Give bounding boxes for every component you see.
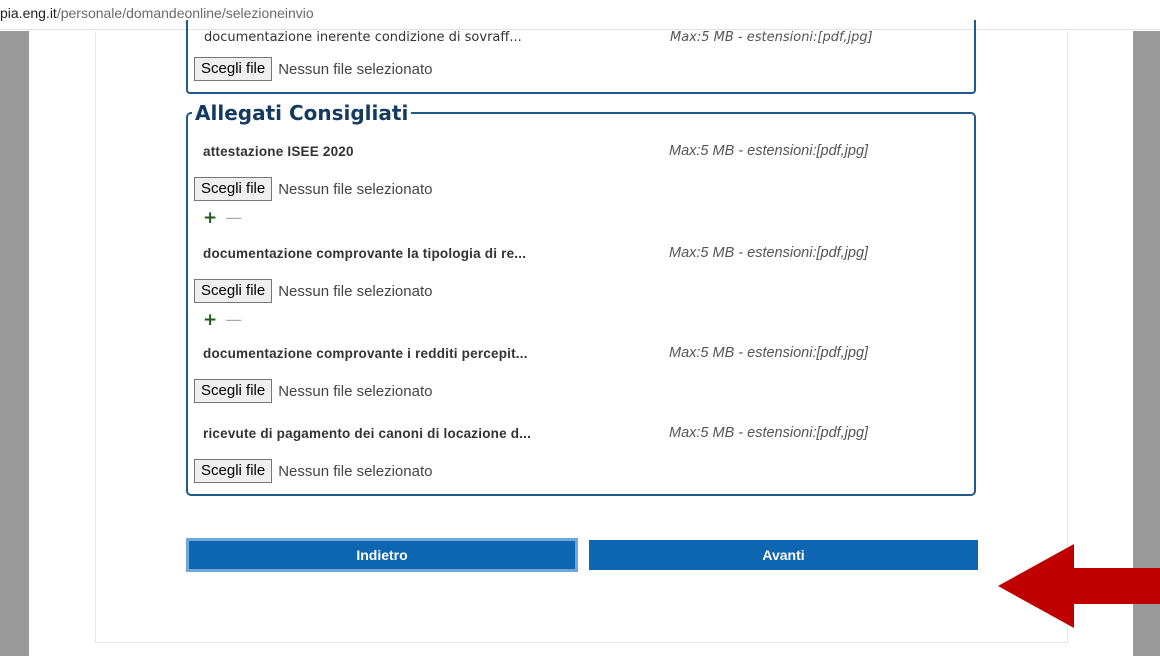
no-file-text: Nessun file selezionato xyxy=(278,180,433,198)
truncated-file-max: Max:5 MB - estensioni:[pdf,jpg] xyxy=(670,30,873,45)
file-input-tipologia[interactable]: Scegli file Nessun file selezionato xyxy=(194,278,432,304)
choose-file-button[interactable]: Scegli file xyxy=(194,379,273,403)
next-button[interactable]: Avanti xyxy=(589,540,978,570)
no-file-text: Nessun file selezionato xyxy=(278,282,433,300)
fieldset-legend: Allegati Consigliati xyxy=(192,102,412,124)
file-input-redditi[interactable]: Scegli file Nessun file selezionato xyxy=(194,378,432,404)
truncated-file-label: documentazione inerente condizione di so… xyxy=(204,30,522,45)
choose-file-button[interactable]: Scegli file xyxy=(194,279,273,303)
no-file-text: Nessun file selezionato xyxy=(278,60,433,78)
file-label-tipologia: documentazione comprovante la tipologia … xyxy=(203,246,527,261)
file-max-redditi: Max:5 MB - estensioni:[pdf,jpg] xyxy=(669,345,869,361)
choose-file-button[interactable]: Scegli file xyxy=(194,459,273,483)
plus-icon[interactable]: + xyxy=(203,310,217,330)
back-button[interactable]: Indietro xyxy=(186,538,578,572)
choose-file-button[interactable]: Scegli file xyxy=(194,57,273,81)
file-input-canoni[interactable]: Scegli file Nessun file selezionato xyxy=(194,458,432,484)
file-input-isee[interactable]: Scegli file Nessun file selezionato xyxy=(194,176,432,202)
url-host: pia.eng.it xyxy=(0,5,57,21)
minus-icon[interactable]: — xyxy=(225,310,242,330)
red-arrow-icon xyxy=(998,544,1160,628)
file-max-isee: Max:5 MB - estensioni:[pdf,jpg] xyxy=(669,143,869,159)
add-remove-controls: + — xyxy=(203,208,242,228)
choose-file-button[interactable]: Scegli file xyxy=(194,177,273,201)
file-label-isee: attestazione ISEE 2020 xyxy=(203,144,354,159)
file-label-canoni: ricevute di pagamento dei canoni di loca… xyxy=(203,426,532,441)
file-max-tipologia: Max:5 MB - estensioni:[pdf,jpg] xyxy=(669,245,869,261)
add-remove-controls: + — xyxy=(203,310,242,330)
url-path: /personale/domandeonline/selezioneinvio xyxy=(56,5,314,21)
file-label-redditi: documentazione comprovante i redditi per… xyxy=(203,346,528,361)
plus-icon[interactable]: + xyxy=(203,208,217,228)
no-file-text: Nessun file selezionato xyxy=(278,382,433,400)
left-margin xyxy=(0,31,29,656)
minus-icon[interactable]: — xyxy=(225,208,242,228)
file-input-top[interactable]: Scegli file Nessun file selezionato xyxy=(194,56,432,82)
file-max-canoni: Max:5 MB - estensioni:[pdf,jpg] xyxy=(669,425,869,441)
no-file-text: Nessun file selezionato xyxy=(278,462,433,480)
